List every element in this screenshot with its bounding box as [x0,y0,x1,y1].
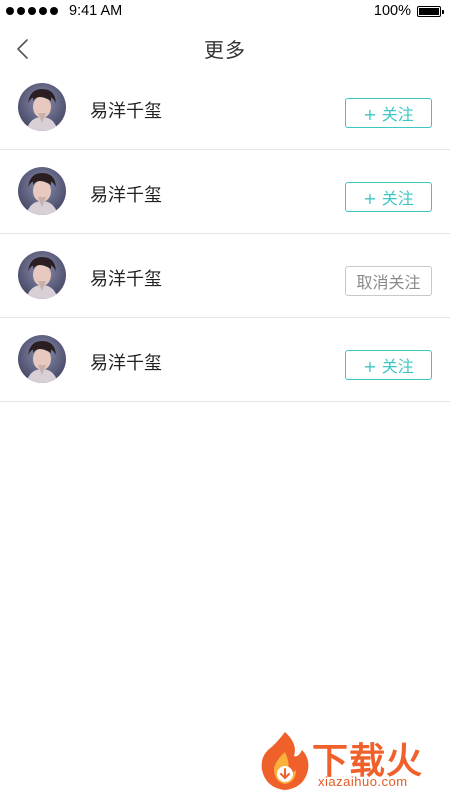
battery-percent: 100% [373,3,411,19]
page: 9:41 AM 100% 更多 易洋千玺 + 关注 易洋千玺 + 关注 易洋千玺… [0,0,450,800]
user-name: 易洋千玺 [90,269,162,290]
list-item[interactable]: 易洋千玺 取消关注 [0,234,450,318]
user-name: 易洋千玺 [90,101,162,122]
list-item[interactable]: 易洋千玺 + 关注 [0,318,450,402]
avatar[interactable] [18,335,66,383]
watermark-logo: 下载火 xiazaihuo.com [258,730,446,794]
watermark-subtitle: xiazaihuo.com [318,774,408,789]
follow-button[interactable]: + 关注 [345,182,432,212]
list-item[interactable]: 易洋千玺 + 关注 [0,66,450,150]
nav-bar: 更多 [0,24,450,72]
user-name: 易洋千玺 [90,353,162,374]
battery-icon [417,6,444,17]
page-title: 更多 [204,38,246,62]
unfollow-button[interactable]: 取消关注 [345,266,432,296]
status-bar: 9:41 AM 100% [0,0,450,24]
avatar[interactable] [18,167,66,215]
follow-button[interactable]: + 关注 [345,350,432,380]
list-item[interactable]: 易洋千玺 + 关注 [0,150,450,234]
avatar[interactable] [18,83,66,131]
follow-button[interactable]: + 关注 [345,98,432,128]
status-time: 9:41 AM [69,3,123,19]
user-name: 易洋千玺 [90,185,162,206]
avatar[interactable] [18,251,66,299]
signal-strength-icon [6,7,58,15]
user-list: 易洋千玺 + 关注 易洋千玺 + 关注 易洋千玺 取消关注 易洋千玺 + 关注 [0,66,450,402]
flame-logo-icon [261,732,309,790]
